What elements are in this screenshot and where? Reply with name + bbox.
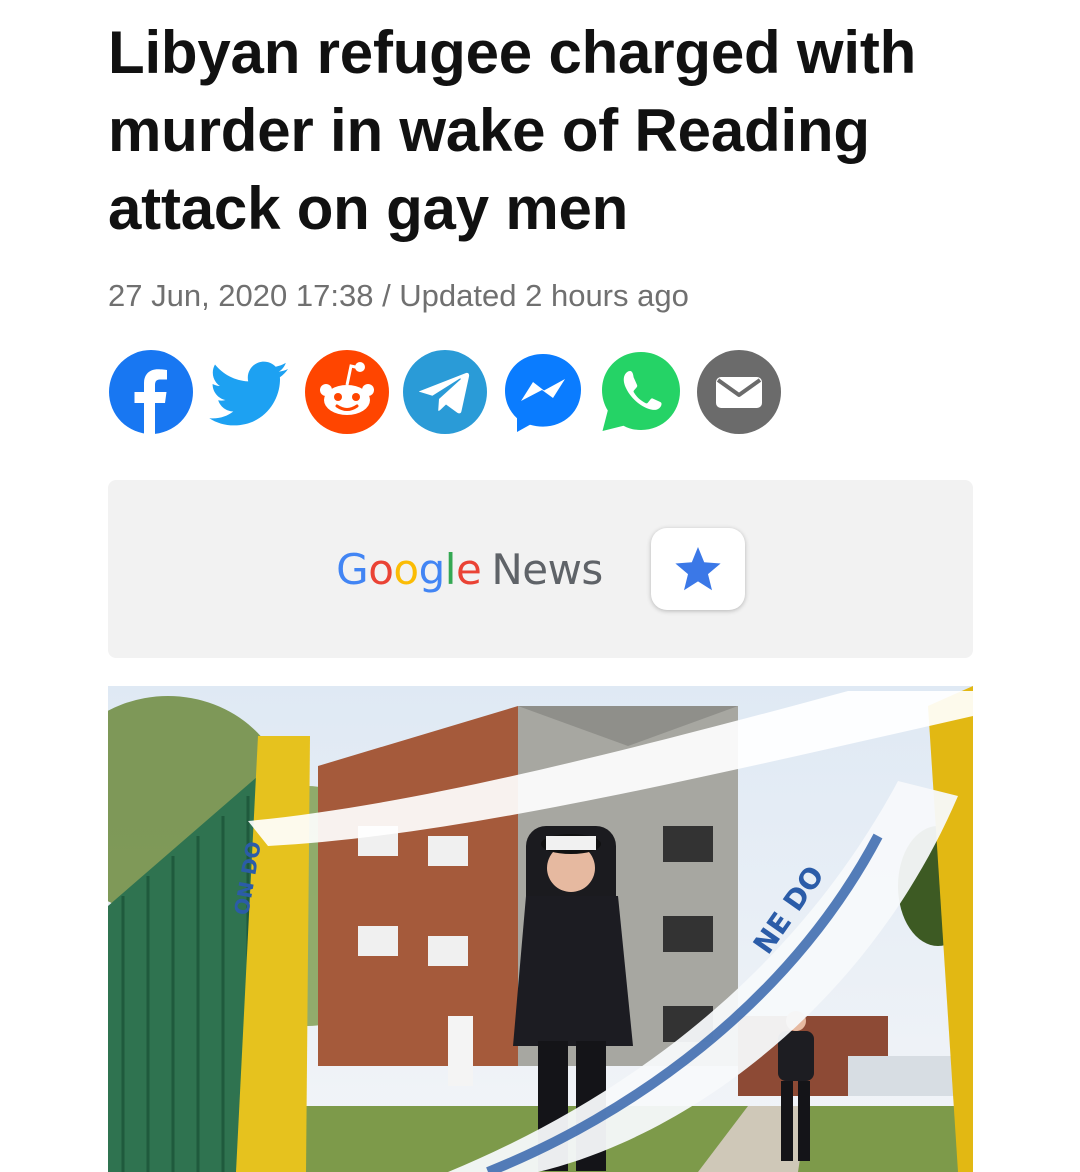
twitter-share-button[interactable] [206, 349, 292, 435]
whatsapp-icon [602, 352, 680, 431]
facebook-icon [109, 350, 193, 434]
whatsapp-share-button[interactable] [598, 349, 684, 435]
share-bar [108, 348, 973, 436]
reddit-icon [305, 350, 389, 434]
telegram-share-button[interactable] [402, 349, 488, 435]
google-news-logo: Google News [336, 544, 603, 594]
facebook-share-button[interactable] [108, 349, 194, 435]
article-timestamp: 27 Jun, 2020 17:38 / Updated 2 hours ago [108, 278, 689, 313]
envelope-icon [697, 350, 781, 434]
google-news-follow-banner[interactable]: Google News [108, 480, 973, 658]
telegram-icon [403, 350, 487, 434]
article-headline: Libyan refugee charged with murder in wa… [108, 19, 917, 242]
article-photo: NE DO ON DO [108, 686, 973, 1172]
police-scene-image: NE DO ON DO [108, 686, 973, 1172]
email-share-button[interactable] [696, 349, 782, 435]
article: Libyan refugee charged with murder in wa… [108, 0, 973, 1172]
messenger-icon [505, 354, 581, 432]
twitter-icon [209, 361, 288, 426]
google-news-word: News [491, 544, 603, 594]
star-icon [675, 547, 721, 591]
reddit-share-button[interactable] [304, 349, 390, 435]
messenger-share-button[interactable] [500, 349, 586, 435]
follow-star-button[interactable] [650, 528, 745, 610]
